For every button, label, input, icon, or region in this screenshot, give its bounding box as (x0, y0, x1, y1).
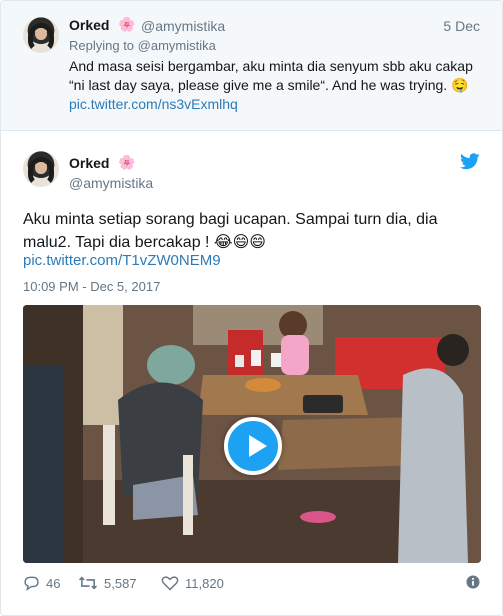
replying-to-prefix: Replying to (69, 38, 135, 53)
tweet-embed: Orked 🌸 @amymistika 5 Dec Replying to @a… (0, 0, 503, 616)
tweet-timestamp[interactable]: 10:09 PM - Dec 5, 2017 (23, 279, 160, 294)
retweet-button[interactable]: 5,587 (78, 573, 137, 593)
parent-avatar[interactable] (23, 17, 59, 53)
like-button[interactable]: 11,820 (161, 573, 224, 593)
video-player[interactable] (23, 305, 481, 563)
like-count: 11,820 (185, 575, 224, 591)
parent-date[interactable]: 5 Dec (443, 18, 480, 34)
replying-to-handle[interactable]: @amymistika (138, 38, 216, 53)
retweet-count: 5,587 (104, 575, 137, 591)
media-link[interactable]: pic.twitter.com/T1vZW0NEM9 (23, 252, 221, 269)
parent-author-name[interactable]: Orked (69, 17, 109, 33)
reply-icon (24, 576, 39, 591)
info-icon[interactable] (466, 575, 480, 589)
replying-to-line: Replying to @amymistika (69, 38, 216, 53)
reply-count: 46 (46, 575, 61, 591)
author-avatar[interactable] (23, 151, 59, 187)
flower-emoji: 🌸 (118, 154, 136, 170)
parent-author-handle[interactable]: @amymistika (141, 18, 225, 34)
heart-icon (161, 576, 179, 591)
play-icon[interactable] (224, 417, 282, 475)
tweet-text: Aku minta setiap sorang bagi ucapan. Sam… (23, 211, 438, 251)
parent-tweet-text: And masa seisi bergambar, aku minta dia … (69, 58, 473, 93)
twitter-bird-icon[interactable] (460, 153, 480, 170)
retweet-icon (78, 576, 98, 590)
author-handle[interactable]: @amymistika (69, 175, 153, 191)
parent-media-link[interactable]: pic.twitter.com/ns3vExmlhq (69, 96, 238, 112)
parent-tweet[interactable]: Orked 🌸 @amymistika 5 Dec Replying to @a… (1, 1, 502, 131)
reply-button[interactable]: 46 (23, 573, 60, 593)
action-bar: 46 5,587 11,820 (23, 573, 483, 593)
parent-flower-emoji: 🌸 (118, 16, 136, 32)
author-name[interactable]: Orked (69, 155, 109, 171)
